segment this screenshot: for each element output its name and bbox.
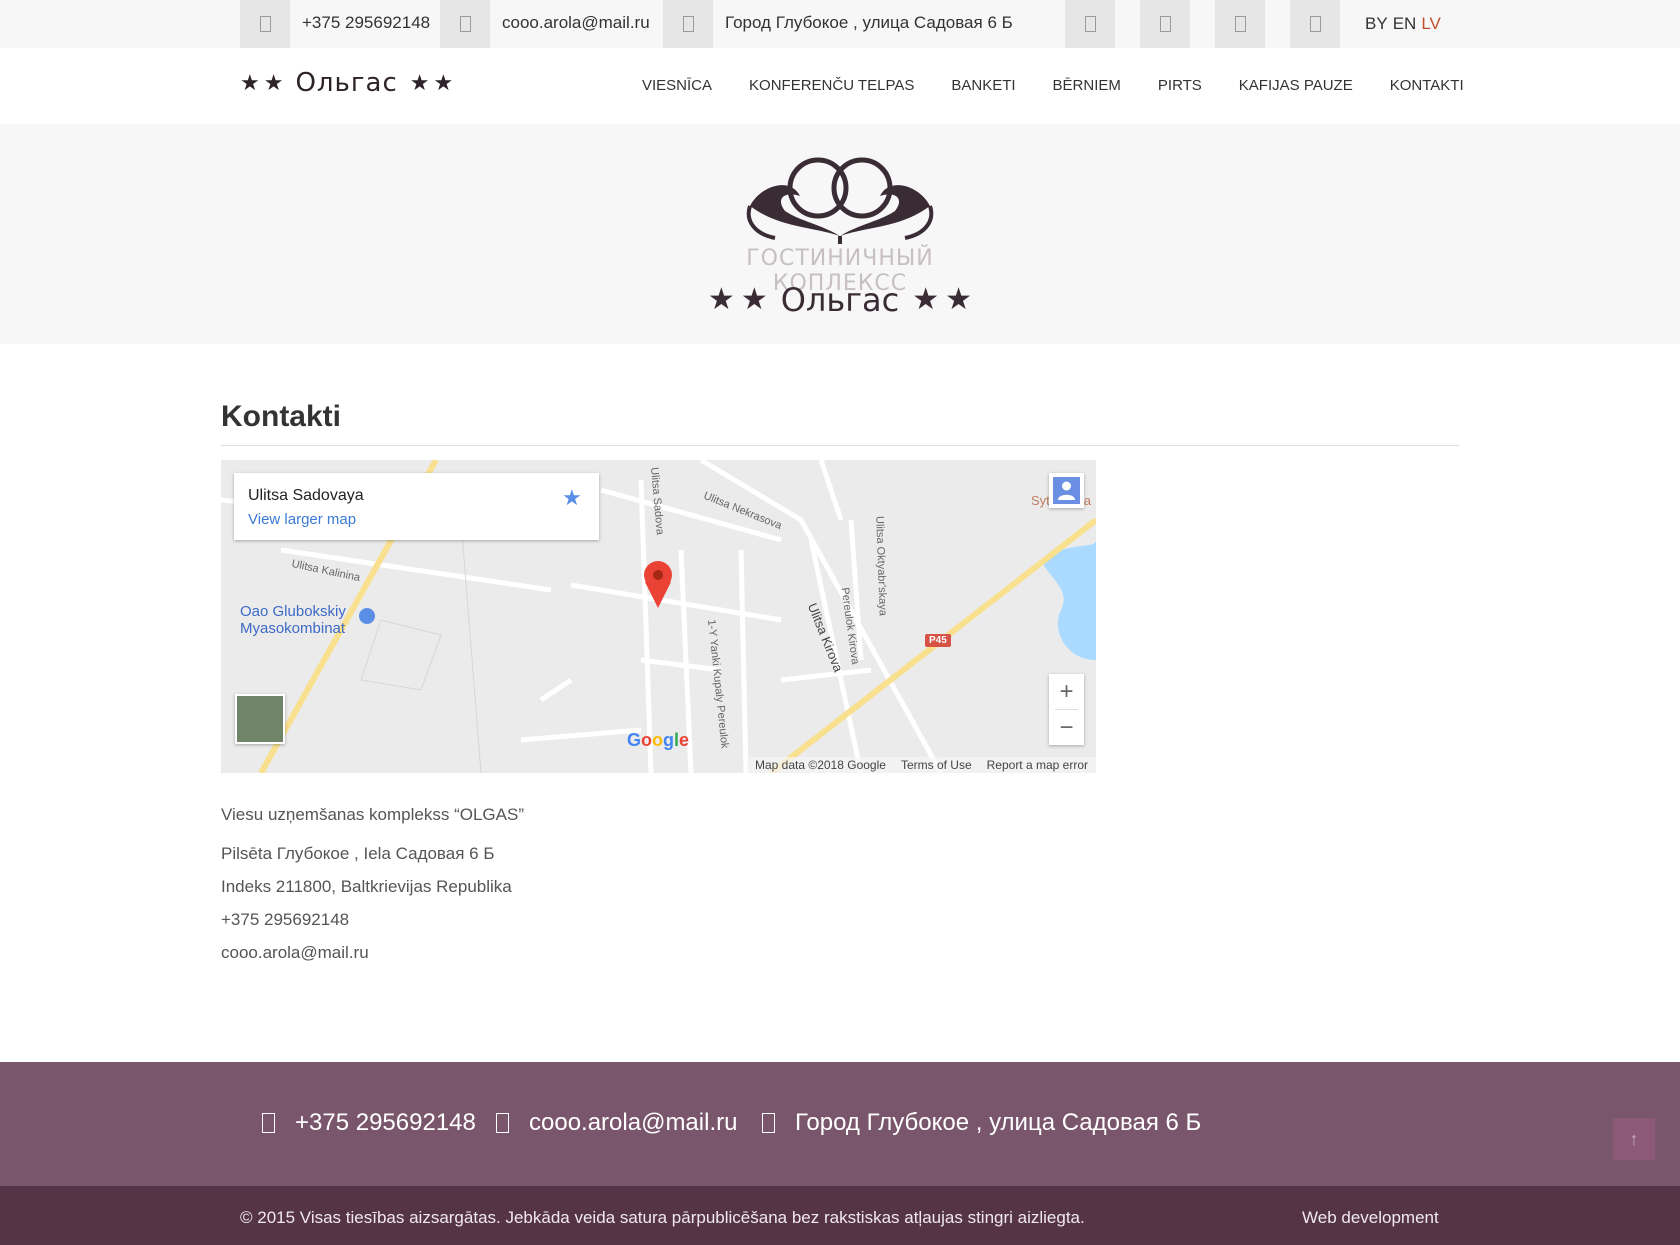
zoom-in-button[interactable]: + [1049, 674, 1084, 709]
social-icon-3[interactable] [1215, 0, 1265, 48]
nav-kafijas-pauze[interactable]: KAFIJAS PAUZE [1239, 77, 1353, 94]
topbar-email[interactable]: cooo.arola@mail.ru [502, 13, 650, 33]
topbar-phone[interactable]: +375 295692148 [302, 13, 430, 33]
contact-email[interactable]: cooo.arola@mail.ru [221, 942, 524, 975]
star-icon: ★ [912, 283, 940, 316]
terms-of-use-link[interactable]: Terms of Use [901, 758, 972, 772]
report-map-error-link[interactable]: Report a map error [987, 758, 1088, 772]
nav-banketi[interactable]: BANKETI [951, 77, 1015, 94]
route-badge: P45 [925, 634, 951, 647]
star-icon: ★ [263, 70, 284, 95]
star-icon: ★ [409, 70, 430, 95]
phone-icon [262, 1113, 275, 1133]
satellite-toggle[interactable] [235, 694, 285, 744]
site-header: ★ ★ Ольгас ★ ★ VIESNĪCA KONFERENČU TELPA… [0, 48, 1680, 124]
site-logo[interactable]: ★ ★ Ольгас ★ ★ [240, 68, 453, 98]
map-poi[interactable]: Oao Glubokskiy Myasokombinat [240, 603, 346, 637]
contact-address: Pilsēta Глубокое , Iela Садовая 6 Б [221, 844, 495, 863]
nav-berniem[interactable]: BĒRNIEM [1053, 77, 1121, 94]
web-development-link[interactable]: Web development [1302, 1208, 1439, 1228]
hero-name-text: Ольгас [780, 281, 900, 319]
email-icon [496, 1113, 509, 1133]
footer-email[interactable]: cooo.arola@mail.ru [496, 1109, 737, 1137]
star-icon: ★ [433, 70, 454, 95]
topbar-address: Город Глубокое , улица Садовая 6 Б [725, 13, 1013, 32]
copyright-text: © 2015 Visas tiesības aizsargātas. Jebkā… [240, 1208, 1085, 1227]
hero-banner: ГОСТИНИЧНЫЙ КОПЛЕКСС ★ ★ Ольгас ★ ★ [0, 124, 1680, 344]
language-switcher: BY EN LV [1365, 14, 1446, 34]
bottom-bar: © 2015 Visas tiesības aizsargātas. Jebkā… [0, 1186, 1680, 1245]
star-icon: ★ [240, 70, 260, 95]
nav-konferencu-telpas[interactable]: KONFERENČU TELPAS [749, 77, 914, 94]
company-name: Viesu uzņemšanas komplekss “OLGAS” [221, 805, 524, 824]
star-icon: ★ [740, 283, 768, 316]
social-icon-4[interactable] [1290, 0, 1340, 48]
contact-phone[interactable]: +375 295692148 [221, 909, 524, 942]
map-footer: Map data ©2018 Google Terms of Use Repor… [747, 757, 1096, 773]
star-icon: ★ [945, 283, 973, 316]
google-map[interactable]: Ulitsa Sadova Ulitsa Nekrasova Ulitsa Ka… [221, 460, 1096, 773]
title-divider [221, 445, 1459, 446]
hero-name: ★ ★ Ольгас ★ ★ [690, 281, 990, 319]
map-info-card: Ulitsa Sadovaya View larger map ★ [234, 473, 599, 540]
save-star-icon[interactable]: ★ [562, 485, 582, 511]
email-icon [440, 0, 490, 48]
page-title: Kontakti [221, 400, 341, 433]
view-larger-map-link[interactable]: View larger map [248, 511, 356, 528]
zoom-controls: + − [1049, 674, 1084, 745]
main-nav: VIESNĪCA KONFERENČU TELPAS BANKETI BĒRNI… [642, 77, 1501, 94]
phone-icon [240, 0, 290, 48]
map-place-title: Ulitsa Sadovaya [248, 487, 364, 504]
location-icon [663, 0, 713, 48]
map-data-credit: Map data ©2018 Google [755, 758, 886, 772]
nav-kontakti[interactable]: KONTAKTI [1390, 77, 1464, 94]
ornament-icon [746, 157, 934, 244]
top-bar: +375 295692148 cooo.arola@mail.ru Город … [0, 0, 1680, 48]
site-footer: +375 295692148 cooo.arola@mail.ru Город … [0, 1062, 1680, 1186]
footer-phone[interactable]: +375 295692148 [262, 1109, 476, 1137]
logo-text: Ольгас [295, 68, 398, 98]
social-icon-2[interactable] [1140, 0, 1190, 48]
hotel-emblem: ГОСТИНИЧНЫЙ КОПЛЕКСС ★ ★ Ольгас ★ ★ [690, 146, 990, 331]
footer-address: Город Глубокое , улица Садовая 6 Б [762, 1109, 1201, 1137]
pegman-icon[interactable] [1049, 473, 1084, 508]
nav-pirts[interactable]: PIRTS [1158, 77, 1202, 94]
nav-viesnica[interactable]: VIESNĪCA [642, 77, 712, 94]
contact-details: Viesu uzņemšanas komplekss “OLGAS” Pilsē… [221, 804, 524, 975]
star-icon: ★ [707, 283, 735, 316]
social-icon-1[interactable] [1065, 0, 1115, 48]
location-icon [762, 1113, 775, 1133]
lang-en[interactable]: EN [1393, 14, 1417, 33]
lang-by[interactable]: BY [1365, 14, 1388, 33]
contact-postal: Indeks 211800, Baltkrievijas Republika [221, 877, 512, 896]
back-to-top-button[interactable]: ↑ [1613, 1118, 1655, 1160]
lang-lv[interactable]: LV [1421, 14, 1441, 33]
zoom-out-button[interactable]: − [1049, 710, 1084, 745]
google-logo: Google [627, 730, 690, 750]
